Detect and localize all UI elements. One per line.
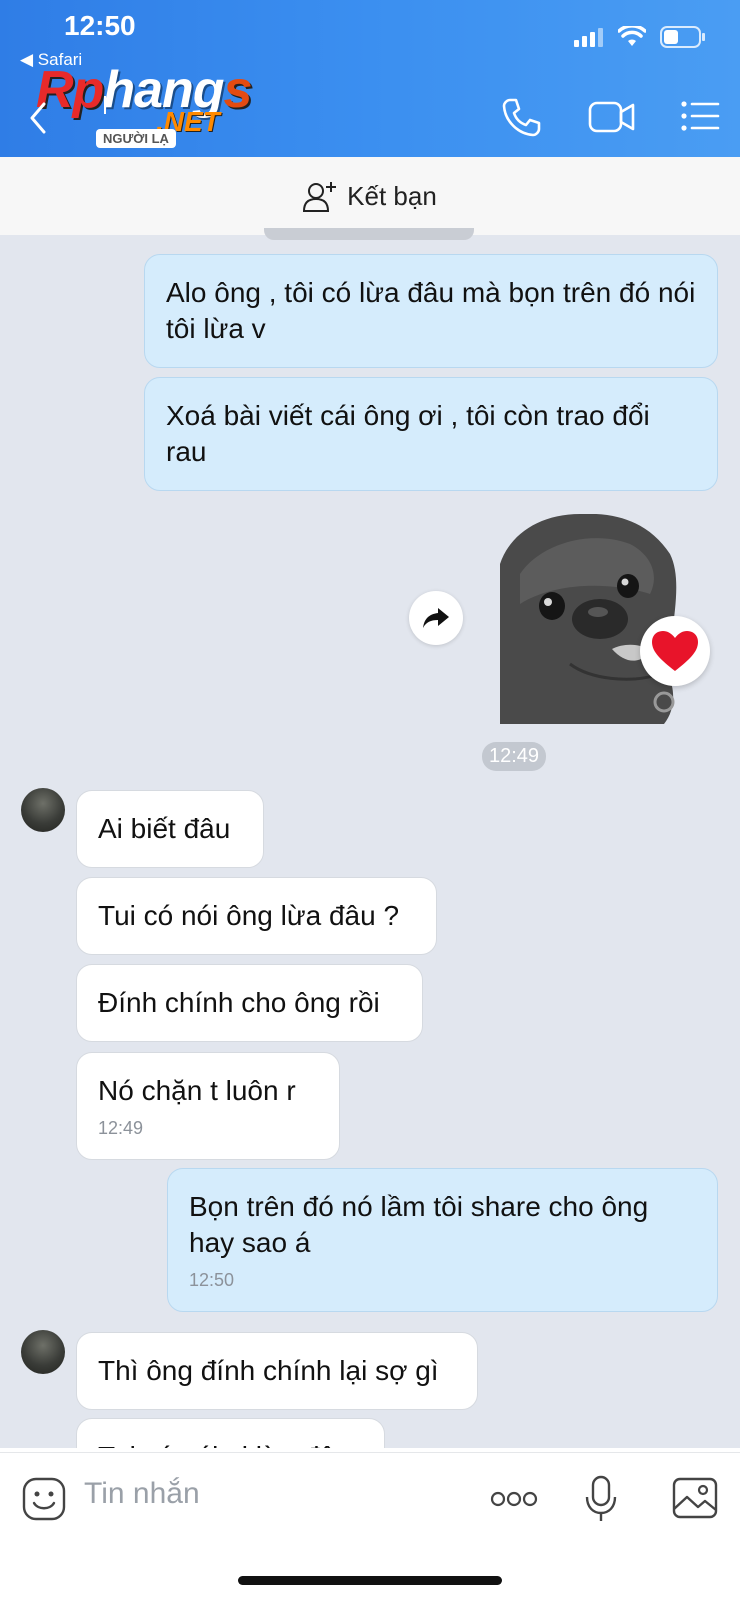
phone-icon[interactable]: [500, 96, 542, 138]
stranger-badge: NGƯỜI LẠ: [96, 129, 176, 148]
message-text: Ai biết đâu: [98, 813, 231, 844]
message-bubble-in[interactable]: Đính chính cho ông rồi: [76, 964, 423, 1042]
heart-reaction-button[interactable]: [640, 616, 710, 686]
forward-button[interactable]: [409, 591, 463, 645]
heart-icon: [652, 631, 698, 671]
timestamp-pill: 12:49: [482, 742, 547, 771]
message-bubble-in[interactable]: Thì ông đính chính lại sợ gì: [76, 1332, 478, 1410]
add-friend-label: Kết bạn: [347, 180, 437, 211]
message-text: Đính chính cho ông rồi: [98, 987, 380, 1018]
message-bubble-out[interactable]: Alo ông , tôi có lừa đâu mà bọn trên đó …: [144, 254, 718, 368]
message-bubble-in[interactable]: Tui có nói ông lừa đâu ?: [76, 877, 437, 955]
message-time: 12:50: [189, 1270, 235, 1290]
back-chevron-icon[interactable]: [24, 98, 54, 138]
message-bubble-in[interactable]: Ai biết đâu: [76, 790, 264, 868]
message-text: Alo ông , tôi có lừa đâu mà bọn trên đó …: [166, 277, 696, 344]
more-icon[interactable]: [490, 1491, 538, 1507]
previous-message-edge: [264, 228, 474, 240]
wifi-icon: [618, 26, 646, 46]
signal-icon: [574, 28, 603, 47]
message-bubble-in[interactable]: Nó chặn t luôn r 12:49: [76, 1052, 340, 1160]
name-placeholder: [104, 96, 106, 114]
add-friend-button[interactable]: Kết bạn: [0, 157, 740, 235]
avatar[interactable]: [21, 1330, 65, 1374]
sticker-icon[interactable]: [22, 1477, 66, 1521]
message-composer: Tin nhắn: [0, 1452, 740, 1540]
status-icons: [574, 26, 706, 48]
microphone-icon[interactable]: [584, 1475, 618, 1523]
menu-list-icon[interactable]: [680, 100, 720, 132]
image-icon[interactable]: [672, 1477, 718, 1519]
message-text: Nó chặn t luôn r: [98, 1075, 296, 1106]
battery-icon: [660, 26, 705, 48]
add-person-icon: [303, 182, 337, 212]
avatar[interactable]: [21, 788, 65, 832]
message-text: Bọn trên đó nó lầm tôi share cho ông hay…: [189, 1191, 649, 1258]
message-text: Thì ông đính chính lại sợ gì: [98, 1355, 439, 1386]
message-text: Tui có nói ông lừa đâu ?: [98, 900, 400, 931]
message-bubble-out[interactable]: Xoá bài viết cái ông ơi , tôi còn trao đ…: [144, 377, 718, 491]
forward-arrow-icon: [423, 608, 449, 628]
message-time: 12:49: [98, 1118, 144, 1138]
home-indicator: [238, 1576, 502, 1585]
chat-header: 12:50 ◀ Safari Rphangs .NET NGƯỜI LẠ: [0, 0, 740, 157]
message-bubble-out[interactable]: Bọn trên đó nó lầm tôi share cho ông hay…: [167, 1168, 718, 1312]
message-text: Xoá bài viết cái ông ơi , tôi còn trao đ…: [166, 400, 650, 467]
message-input[interactable]: Tin nhắn: [84, 1477, 200, 1511]
video-call-icon[interactable]: [588, 100, 636, 134]
status-time: 12:50: [64, 10, 136, 41]
